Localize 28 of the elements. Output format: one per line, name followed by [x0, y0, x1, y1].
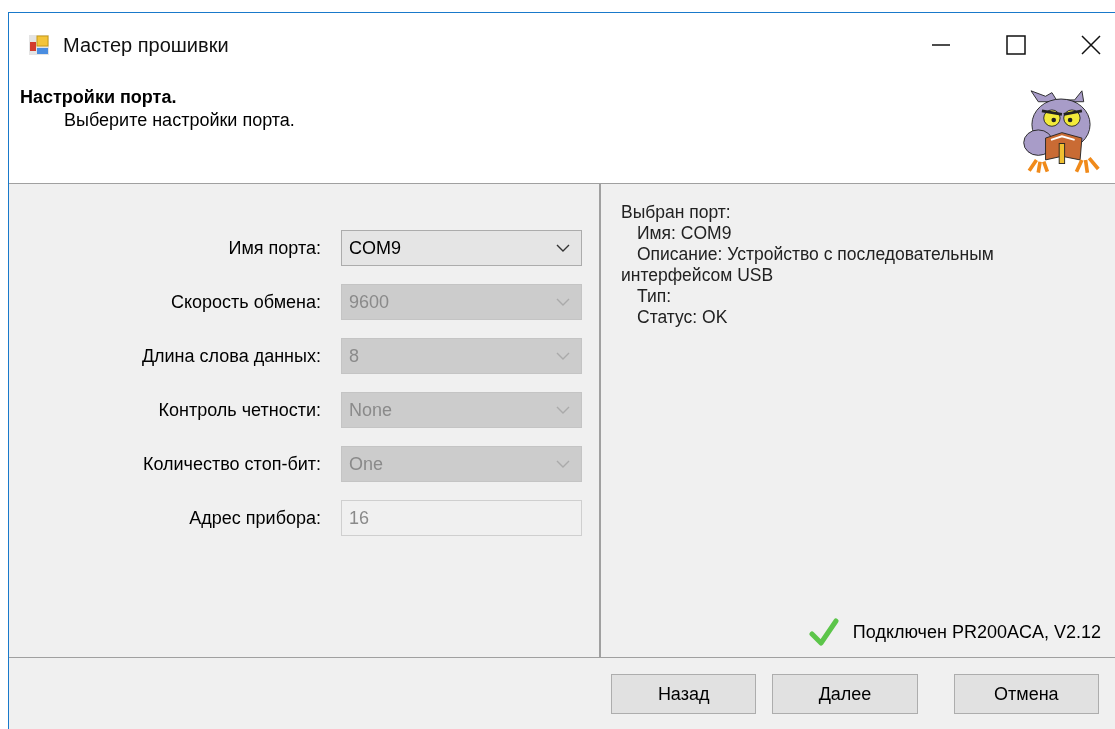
page-title: Настройки порта.: [20, 87, 178, 108]
checkmark-icon: [808, 617, 839, 647]
caret-icon: [556, 298, 570, 306]
page-subtitle: Выберите настройки порта.: [63, 110, 295, 131]
port-info-text: Статус: OK: [636, 307, 729, 328]
field-label: Скорость обмена:: [170, 291, 321, 313]
caret-icon: [556, 352, 570, 360]
dropdown[interactable]: COM9: [341, 230, 582, 266]
port-info-text: Описание: Устройство с последовательным интерфейсом USB: [621, 244, 995, 286]
dialog-button[interactable]: Далее: [772, 674, 918, 714]
dialog-button[interactable]: Назад: [611, 674, 757, 714]
caret-icon: [556, 460, 570, 468]
field-label: Адрес прибора:: [188, 507, 321, 529]
field-label: Контроль четности:: [157, 399, 321, 421]
field-label: Количество стоп-бит:: [141, 453, 321, 475]
port-info-text: Тип:: [636, 286, 673, 307]
port-info-text: Имя: COM9: [636, 223, 733, 244]
field-label: Имя порта:: [227, 237, 321, 259]
app-icon: [29, 35, 49, 55]
field-label: Длина слова данных:: [140, 345, 321, 367]
maximize-icon[interactable]: [1006, 35, 1026, 55]
window-title: Мастер прошивки: [63, 33, 229, 57]
caret-icon: [556, 406, 570, 414]
close-icon[interactable]: [1081, 35, 1101, 55]
port-info-text: Выбран порт:: [621, 202, 732, 223]
connection-status: Подключен PR200ACA, V2.12: [852, 621, 1101, 643]
dialog-button[interactable]: Отмена: [953, 674, 1099, 714]
caret-icon: [556, 244, 570, 252]
